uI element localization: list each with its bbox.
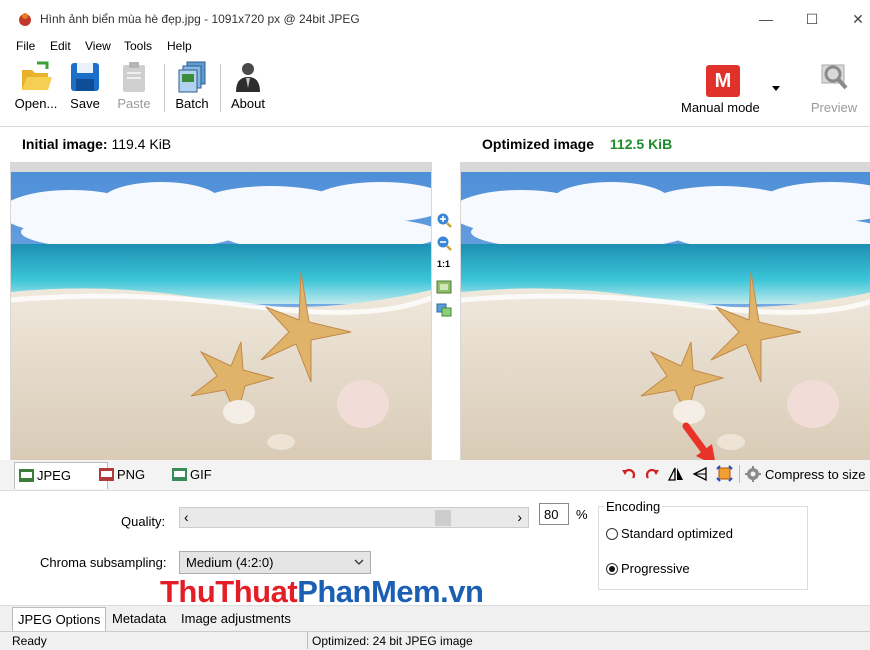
preview-magnifier-icon: [821, 64, 848, 90]
quality-percent-label: %: [576, 507, 588, 522]
tab-jpeg-options[interactable]: JPEG Options: [12, 607, 107, 632]
mirror-icon[interactable]: [692, 466, 708, 482]
menu-edit[interactable]: Edit: [50, 39, 71, 53]
quality-value-input[interactable]: 80: [539, 503, 569, 525]
initial-image-pane[interactable]: [10, 162, 432, 460]
minimize-button[interactable]: —: [744, 5, 788, 33]
save-disk-icon: [71, 63, 99, 91]
toolbar-separator: [220, 64, 221, 112]
open-label: Open...: [14, 96, 58, 111]
chroma-subsampling-select[interactable]: Medium (4:2:0): [179, 551, 371, 574]
optimized-image: [461, 172, 870, 460]
initial-image: [11, 172, 431, 460]
quality-arrow-left-icon[interactable]: ‹: [184, 509, 189, 525]
paste-icon: [123, 62, 145, 92]
fit-icon[interactable]: [436, 279, 452, 295]
tab-jpeg-label: JPEG: [37, 468, 71, 483]
encoding-group-title: Encoding: [604, 499, 663, 514]
about-label: About: [231, 96, 265, 111]
status-optimized: Optimized: 24 bit JPEG image: [312, 634, 473, 648]
flip-icon[interactable]: [668, 466, 684, 482]
manual-mode-icon[interactable]: M: [706, 65, 740, 97]
initial-image-header: Initial image: 119.4 KiB: [22, 136, 171, 152]
batch-label: Batch: [175, 96, 209, 111]
save-label: Save: [70, 96, 100, 111]
menu-tools[interactable]: Tools: [124, 39, 152, 53]
manual-mode-label[interactable]: Manual mode: [681, 100, 760, 115]
tab-gif[interactable]: GIF: [168, 462, 240, 488]
about-user-icon: [236, 63, 260, 92]
initial-image-size: 119.4 KiB: [111, 136, 172, 152]
save-button[interactable]: Save: [64, 58, 106, 118]
open-folder-icon: [22, 61, 52, 90]
tab-image-adjustments[interactable]: Image adjustments: [176, 607, 296, 631]
toolbar-separator: [164, 64, 165, 112]
zoom-in-icon[interactable]: [436, 212, 452, 228]
tab-gif-label: GIF: [190, 467, 212, 482]
compare-icon[interactable]: [436, 302, 452, 318]
preview-label: Preview: [810, 100, 858, 115]
optimized-image-header: Optimized image 112.5 KiB: [482, 136, 672, 152]
progressive-radio-dot: [609, 566, 615, 572]
menu-file[interactable]: File: [16, 39, 35, 53]
window-title: Hình ảnh biển mùa hè đẹp.jpg - 1091x720 …: [40, 12, 360, 26]
quality-label: Quality:: [121, 514, 166, 529]
batch-button[interactable]: Batch: [170, 58, 214, 118]
progressive-label[interactable]: Progressive: [621, 561, 690, 576]
status-divider: [307, 632, 308, 649]
rotate-right-icon[interactable]: [644, 466, 660, 482]
paste-button[interactable]: Paste: [112, 58, 156, 118]
status-ready: Ready: [12, 634, 47, 648]
tab-jpeg[interactable]: JPEG: [14, 462, 108, 489]
open-button[interactable]: Open...: [12, 58, 60, 118]
tab-metadata[interactable]: Metadata: [107, 607, 171, 631]
progressive-radio[interactable]: [606, 563, 618, 575]
chroma-selected-value: Medium (4:2:0): [186, 555, 274, 570]
optimized-image-pane[interactable]: [460, 162, 870, 460]
gear-icon: [745, 466, 761, 482]
maximize-button[interactable]: ☐: [790, 5, 834, 33]
tab-png-label: PNG: [117, 467, 146, 482]
watermark-part3: .vn: [440, 574, 484, 609]
zoom-1-1-button[interactable]: 1:1: [437, 259, 450, 269]
chevron-down-icon: [354, 559, 364, 565]
close-button[interactable]: ✕: [836, 5, 870, 33]
png-format-icon: [99, 468, 114, 481]
quality-arrow-right-icon[interactable]: ›: [517, 509, 522, 525]
tools-separator: [739, 465, 740, 483]
chroma-label: Chroma subsampling:: [40, 555, 167, 570]
standard-optimized-label[interactable]: Standard optimized: [621, 526, 733, 541]
quality-slider[interactable]: ‹ ›: [179, 507, 529, 528]
zoom-out-icon[interactable]: [436, 235, 452, 251]
optimized-image-label: Optimized image: [482, 136, 595, 152]
app-icon: [19, 13, 31, 26]
crop-icon[interactable]: [716, 465, 733, 482]
mode-dropdown-arrow-icon[interactable]: [772, 86, 780, 91]
watermark-part1: ThuThuat: [160, 574, 298, 609]
menu-view[interactable]: View: [85, 39, 111, 53]
jpeg-format-icon: [19, 469, 34, 482]
initial-image-label: Initial image:: [22, 136, 108, 152]
about-button[interactable]: About: [226, 58, 270, 118]
gif-format-icon: [172, 468, 187, 481]
optimized-image-size: 112.5 KiB: [609, 136, 673, 152]
tab-png[interactable]: PNG: [95, 462, 177, 488]
toolbar-divider: [0, 126, 870, 127]
preview-button[interactable]: Preview: [806, 58, 862, 118]
standard-optimized-radio[interactable]: [606, 528, 618, 540]
batch-icon: [178, 61, 206, 93]
rotate-left-icon[interactable]: [621, 466, 637, 482]
compress-to-size-button[interactable]: Compress to size: [765, 467, 865, 482]
quality-slider-thumb[interactable]: [434, 510, 451, 526]
menu-help[interactable]: Help: [167, 39, 192, 53]
watermark-part2: PhanMem: [297, 574, 441, 609]
encoding-group: [598, 506, 808, 590]
paste-label: Paste: [117, 96, 151, 111]
